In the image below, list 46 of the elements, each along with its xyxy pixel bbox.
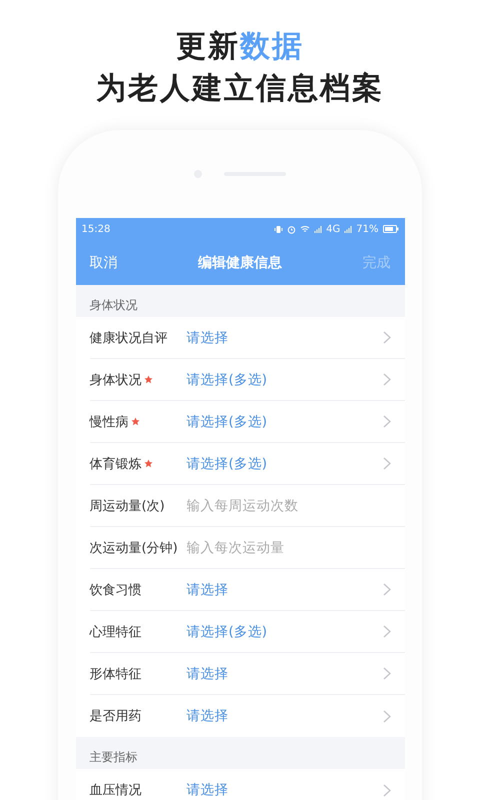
chevron-right-icon [382, 583, 390, 596]
field-label: 形体特征 [90, 666, 142, 682]
field-label: 饮食习惯 [90, 582, 142, 598]
chevron-right-icon [382, 373, 390, 386]
subheadline: 为老人建立信息档案 [96, 70, 384, 108]
field-label: 周运动量(次) [90, 498, 165, 514]
select-value[interactable]: 请选择 [186, 664, 382, 682]
select-value[interactable]: 请选择 [186, 781, 382, 799]
input-field[interactable]: 输入每次运动量 [186, 540, 390, 556]
select-value[interactable]: 请选择 [186, 328, 382, 346]
alarm-icon [287, 224, 296, 234]
section-header: 主要指标 [88, 749, 138, 766]
page-title: 编辑健康信息 [198, 254, 282, 272]
chevron-right-icon [382, 415, 390, 428]
field-label: 次运动量(分钟) [90, 540, 178, 556]
battery-icon [382, 225, 398, 233]
select-value[interactable]: 请选择(多选) [186, 454, 382, 472]
chevron-right-icon [382, 710, 390, 722]
select-value[interactable]: 请选择(多选) [186, 622, 382, 640]
chevron-right-icon [382, 667, 390, 680]
cancel-button[interactable]: 取消 [90, 254, 118, 272]
input-field[interactable]: 输入每周运动次数 [186, 498, 390, 514]
select-value[interactable]: 请选择 [186, 580, 382, 598]
signal-icon [344, 225, 352, 233]
section-header: 身体状况 [88, 297, 138, 314]
chevron-right-icon [382, 331, 390, 344]
field-label: 健康状况自评 [90, 330, 168, 346]
network-label: 4G [326, 224, 340, 234]
battery-percent: 71% [356, 224, 378, 234]
vibrate-icon [274, 224, 284, 234]
field-label: 心理特征 [90, 624, 142, 640]
select-value[interactable]: 请选择(多选) [186, 370, 382, 388]
chevron-right-icon [382, 457, 390, 470]
field-label: 慢性病 [90, 414, 128, 430]
headline: 更新数据 [176, 28, 304, 66]
field-label: 体育锻炼 [90, 456, 142, 472]
wifi-icon [300, 225, 310, 233]
field-label: 血压情况 [90, 782, 142, 799]
chevron-right-icon [382, 784, 390, 796]
field-label: 身体状况 [90, 372, 142, 388]
chevron-right-icon [382, 625, 390, 638]
select-value[interactable]: 请选择(多选) [186, 412, 382, 430]
select-value[interactable]: 请选择 [186, 707, 382, 725]
status-time: 15:28 [82, 224, 110, 234]
field-label: 是否用药 [90, 708, 142, 725]
signal-icon [314, 225, 322, 233]
